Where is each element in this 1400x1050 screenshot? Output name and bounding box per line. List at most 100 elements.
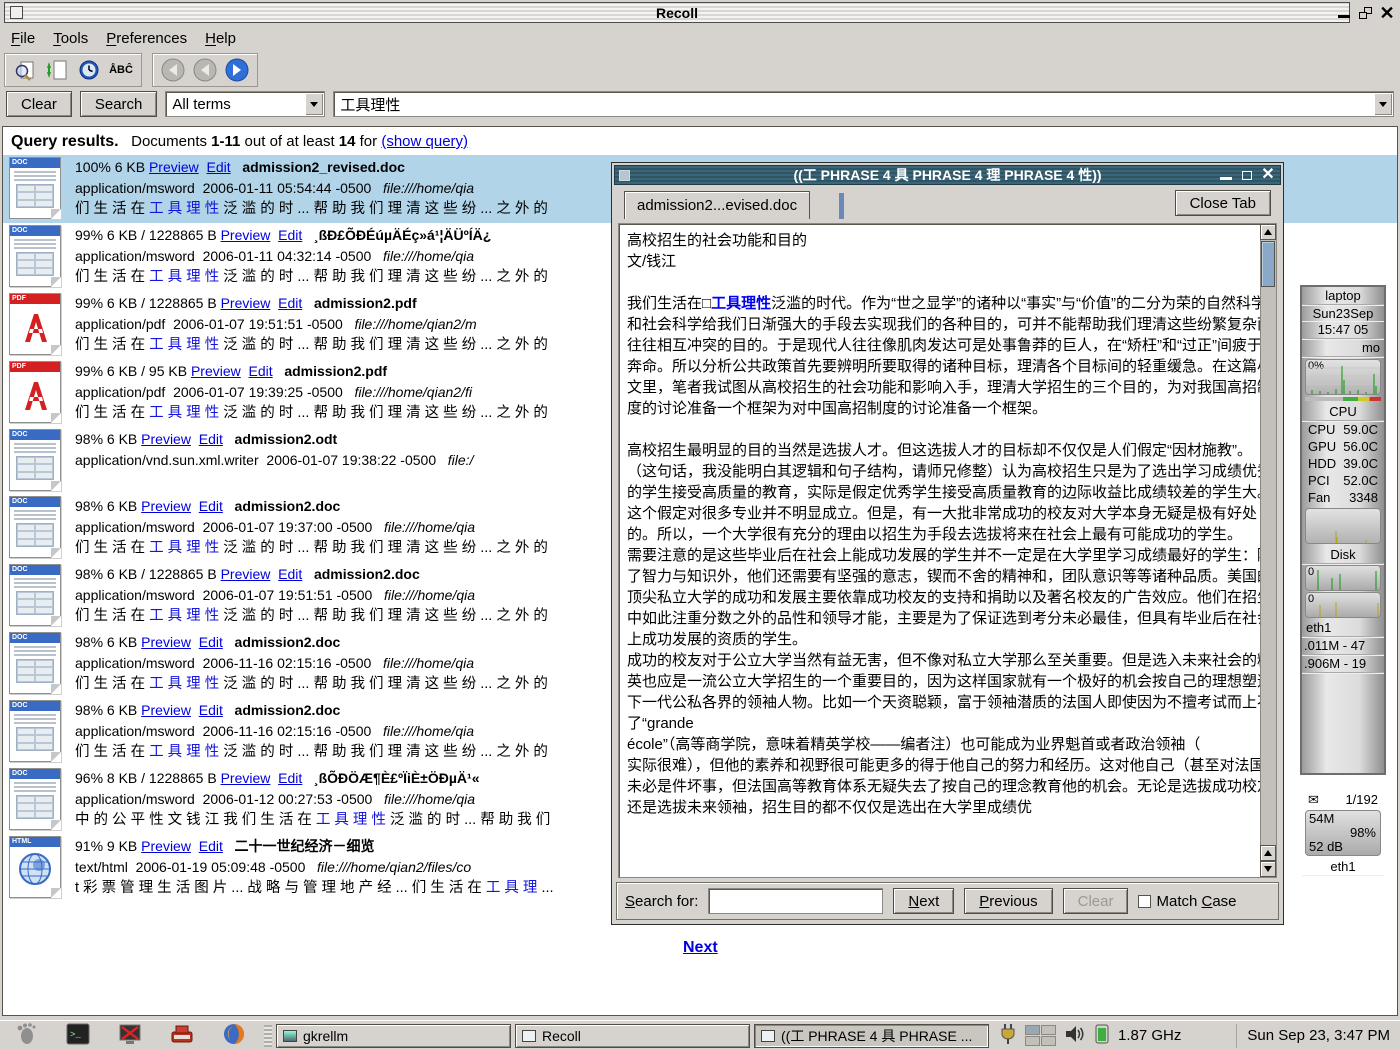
page-next-icon[interactable] <box>223 57 251 83</box>
result-url: file:///home/qia <box>384 587 475 603</box>
edit-link[interactable]: Edit <box>278 227 302 243</box>
result-mime-date: application/msword 2006-01-07 19:37:00 -… <box>75 519 384 535</box>
preview-link[interactable]: Preview <box>141 838 191 854</box>
screensaver-icon[interactable] <box>118 1022 142 1049</box>
result-relevance-size: 98% 6 KB <box>75 431 141 447</box>
firefox-icon[interactable] <box>222 1022 246 1049</box>
find-next-button[interactable]: Next <box>893 888 954 914</box>
title-bar-stripes[interactable]: Recoll <box>4 2 1350 23</box>
disk-write-chart: 0 <box>1305 592 1381 618</box>
preview-tab[interactable]: admission2...evised.doc <box>624 191 810 219</box>
minimize-icon[interactable] <box>1337 6 1351 20</box>
gnome-foot-icon[interactable] <box>14 1022 38 1049</box>
page-prev-icon[interactable] <box>191 57 219 83</box>
preview-link[interactable]: Preview <box>191 363 241 379</box>
menu-preferences[interactable]: Preferences <box>97 28 196 49</box>
preview-link[interactable]: Preview <box>141 702 191 718</box>
snippet-post: 泛 滥 的 时 ... 帮 助 我 们 理 清 这 些 纷 ... 之 外 的 <box>219 676 548 692</box>
restore-icon[interactable] <box>1359 7 1372 19</box>
minimize-icon[interactable] <box>1219 168 1233 182</box>
task-button-gkrellm[interactable]: gkrellm <box>276 1024 511 1048</box>
sort-params-icon[interactable] <box>43 57 71 83</box>
preview-match-highlight: 工具理性 <box>711 295 771 312</box>
edit-link[interactable]: Edit <box>199 498 223 514</box>
edit-link[interactable]: Edit <box>199 838 223 854</box>
chevron-down-icon[interactable] <box>1374 93 1392 115</box>
power-plug-icon[interactable] <box>999 1022 1017 1049</box>
result-text: 99% 6 KB / 1228865 B Preview Edit ¸ßÐ£ÕÐ… <box>75 225 548 288</box>
clear-button[interactable]: Clear <box>6 91 72 117</box>
menu-help[interactable]: Help <box>196 28 245 49</box>
search-button[interactable]: Search <box>80 91 158 117</box>
edit-link[interactable]: Edit <box>199 702 223 718</box>
preview-link[interactable]: Preview <box>141 431 191 447</box>
result-filename: ¸ßÐ£ÕÐÉúµÄÉç»á¹¦ÄÜºÍÄ¿ <box>314 227 491 243</box>
edit-link[interactable]: Edit <box>207 159 231 175</box>
chevron-down-icon[interactable] <box>305 93 323 115</box>
cpufreq-icon[interactable] <box>1094 1023 1110 1048</box>
edit-link[interactable]: Edit <box>278 770 302 786</box>
preview-link[interactable]: Preview <box>221 566 271 582</box>
find-input[interactable] <box>708 888 883 914</box>
checkbox-icon[interactable] <box>1138 895 1151 908</box>
preview-link[interactable]: Preview <box>221 295 271 311</box>
search-query-input[interactable]: 工具理性 <box>333 91 1394 117</box>
mail-icon: ✉ <box>1308 791 1319 808</box>
find-previous-button[interactable]: Previous <box>964 888 1052 914</box>
maximize-icon[interactable] <box>1240 168 1254 182</box>
preview-scrollbar[interactable] <box>1260 224 1276 877</box>
result-snippet: t 彩 票 管 理 生 活 图 片 ... 战 略 与 管 理 地 产 经 ..… <box>75 878 554 899</box>
workspace-switcher[interactable] <box>1025 1025 1056 1046</box>
scrollbar-thumb[interactable] <box>1261 241 1275 287</box>
preview-link[interactable]: Preview <box>221 227 271 243</box>
scroll-up-icon[interactable] <box>1260 224 1276 240</box>
history-clock-icon[interactable] <box>75 57 103 83</box>
match-case-checkbox[interactable]: Match Case <box>1138 893 1236 910</box>
disk-section-label: Disk <box>1302 546 1384 564</box>
edit-link[interactable]: Edit <box>199 634 223 650</box>
close-tab-button[interactable]: Close Tab <box>1175 190 1271 216</box>
terminal-icon[interactable]: >_ <box>66 1022 90 1049</box>
title-bar[interactable]: Recoll ✕ <box>2 2 1398 24</box>
taskbar-clock[interactable]: Sun Sep 23, 3:47 PM <box>1236 1024 1400 1048</box>
fan-chart <box>1305 508 1381 544</box>
scroll-up-icon[interactable] <box>1260 845 1276 861</box>
edit-link[interactable]: Edit <box>249 363 273 379</box>
term-explorer-icon[interactable]: ÅBĈ <box>107 57 135 83</box>
menu-tools[interactable]: Tools <box>44 28 97 49</box>
result-relevance-size: 91% 9 KB <box>75 838 141 854</box>
snippet-post: 泛 滥 的 时 ... 帮 助 我 们 理 清 这 些 纷 ... 之 外 的 <box>219 608 548 624</box>
next-page-link[interactable]: Next <box>683 939 718 957</box>
taskbar-handle[interactable] <box>264 1025 272 1047</box>
result-mime-date: application/pdf 2006-01-07 19:51:51 -050… <box>75 316 354 332</box>
menu-file[interactable]: File <box>2 28 44 49</box>
volume-icon[interactable] <box>1064 1024 1086 1047</box>
preview-link[interactable]: Preview <box>141 498 191 514</box>
preview-link[interactable]: Preview <box>221 770 271 786</box>
typewriter-icon[interactable] <box>170 1022 194 1049</box>
result-line-2: application/msword 2006-01-07 19:51:51 -… <box>75 585 548 606</box>
task-button-recoll[interactable]: Recoll <box>515 1024 750 1048</box>
advanced-search-icon[interactable] <box>11 57 39 83</box>
search-mode-select[interactable]: All terms <box>165 91 325 117</box>
result-url: file:///home/qia <box>384 519 475 535</box>
preview-link[interactable]: Preview <box>141 634 191 650</box>
find-clear-button[interactable]: Clear <box>1063 888 1129 914</box>
result-relevance-size: 98% 6 KB / 1228865 B <box>75 566 221 582</box>
preview-text-area[interactable]: 高校招生的社会功能和目的文/钱江 我们生活在□工具理性泛滥的时代。作为“世之显学… <box>618 223 1277 878</box>
close-icon[interactable]: ✕ <box>1261 168 1275 182</box>
close-icon[interactable]: ✕ <box>1380 6 1394 20</box>
result-relevance-size: 99% 6 KB / 1228865 B <box>75 227 221 243</box>
gkrellm-monitor[interactable]: laptop Sun23Sep 15:47 05 mo 0% CPU CPU59… <box>1300 285 1386 775</box>
task-button-preview[interactable]: ((工 PHRASE 4 具 PHRASE ... <box>754 1024 989 1048</box>
show-query-link[interactable]: (show query) <box>381 133 468 150</box>
page-first-icon[interactable] <box>159 57 187 83</box>
result-snippet: 们 生 活 在 工 具 理 性 泛 滥 的 时 ... 帮 助 我 们 理 清 … <box>75 674 548 695</box>
edit-link[interactable]: Edit <box>278 295 302 311</box>
edit-link[interactable]: Edit <box>278 566 302 582</box>
scroll-down-icon[interactable] <box>1260 861 1276 877</box>
edit-link[interactable]: Edit <box>199 431 223 447</box>
result-snippet: 们 生 活 在 工 具 理 性 泛 滥 的 时 ... 帮 助 我 们 理 清 … <box>75 199 548 220</box>
preview-link[interactable]: Preview <box>149 159 199 175</box>
preview-title-bar[interactable]: ((工 PHRASE 4 具 PHRASE 4 理 PHRASE 4 性)) ✕ <box>614 165 1281 185</box>
